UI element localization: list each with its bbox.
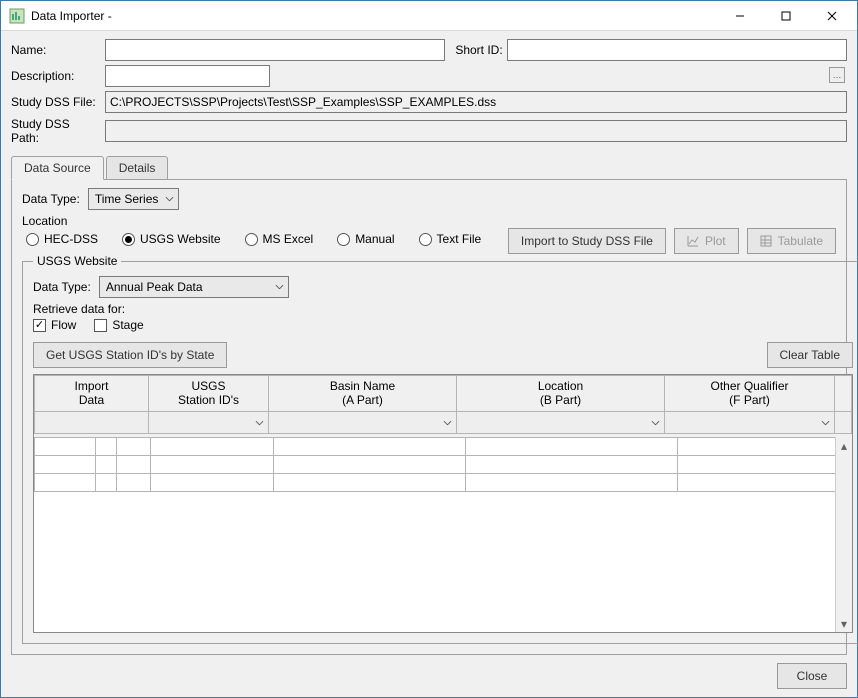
filter-location[interactable] — [457, 412, 665, 434]
col-location-l2: (B Part) — [540, 394, 581, 408]
col-import-data[interactable]: ImportData — [35, 376, 149, 412]
station-table: ImportData USGSStation ID's Basin Name(A… — [33, 374, 853, 633]
col-other-l2: (F Part) — [729, 394, 770, 408]
window-title: Data Importer - — [31, 9, 112, 23]
col-import-data-l1: Import — [74, 380, 108, 394]
scroll-gap — [835, 412, 852, 434]
vertical-scrollbar[interactable]: ▴ ▾ — [835, 437, 852, 632]
chevron-down-icon — [275, 283, 284, 292]
description-label: Description: — [11, 69, 101, 83]
filter-import[interactable] — [35, 412, 149, 434]
tab-panel-data-source: Data Type: Time Series Location HEC-DSS … — [11, 179, 847, 655]
tabulate-button-label: Tabulate — [778, 234, 823, 248]
chevron-down-icon — [443, 418, 452, 427]
data-type-select[interactable]: Time Series — [88, 188, 180, 210]
radio-ms-excel[interactable]: MS Excel — [245, 232, 314, 246]
table-icon — [760, 235, 772, 247]
radio-hec-dss[interactable]: HEC-DSS — [26, 232, 98, 246]
chevron-down-icon — [255, 418, 264, 427]
content-area: Name: Short ID: Description: … Study DSS… — [1, 31, 857, 697]
col-location[interactable]: Location(B Part) — [457, 376, 665, 412]
tabulate-button[interactable]: Tabulate — [747, 228, 836, 254]
table-row[interactable] — [35, 474, 852, 492]
data-type-label: Data Type: — [22, 192, 80, 206]
radio-ms-excel-label: MS Excel — [263, 232, 314, 246]
usgs-data-type-label: Data Type: — [33, 280, 91, 294]
close-window-button[interactable] — [809, 2, 855, 30]
data-type-value: Time Series — [95, 192, 159, 206]
radio-text-file-label: Text File — [437, 232, 482, 246]
col-basin-l2: (A Part) — [342, 394, 383, 408]
col-import-data-l2: Data — [79, 394, 104, 408]
close-button[interactable]: Close — [777, 663, 847, 689]
chevron-down-icon — [165, 195, 174, 204]
radio-text-file[interactable]: Text File — [419, 232, 482, 246]
chevron-down-icon — [821, 418, 830, 427]
col-basin-l1: Basin Name — [330, 380, 395, 394]
radio-hec-dss-label: HEC-DSS — [44, 232, 98, 246]
scroll-down-icon[interactable]: ▾ — [836, 615, 852, 632]
description-field[interactable] — [105, 65, 270, 87]
clear-table-button[interactable]: Clear Table — [767, 342, 853, 368]
name-label: Name: — [11, 43, 101, 57]
study-dss-path-field — [105, 120, 847, 142]
usgs-data-type-value: Annual Peak Data — [106, 280, 203, 294]
short-id-field[interactable] — [507, 39, 847, 61]
description-expand-button[interactable]: … — [829, 67, 845, 83]
plot-button[interactable]: Plot — [674, 228, 739, 254]
title-bar: Data Importer - — [1, 1, 857, 31]
stage-checkbox[interactable]: Stage — [94, 318, 143, 332]
import-to-study-dss-button[interactable]: Import to Study DSS File — [508, 228, 666, 254]
col-location-l1: Location — [538, 380, 583, 394]
chevron-down-icon — [651, 418, 660, 427]
study-dss-file-field — [105, 91, 847, 113]
app-icon — [9, 8, 25, 24]
col-basin-name[interactable]: Basin Name(A Part) — [269, 376, 457, 412]
radio-manual[interactable]: Manual — [337, 232, 394, 246]
flow-checkbox[interactable]: Flow — [33, 318, 76, 332]
study-dss-path-label: Study DSS Path: — [11, 117, 101, 145]
retrieve-label: Retrieve data for: — [33, 302, 853, 316]
scroll-up-icon[interactable]: ▴ — [836, 437, 852, 454]
stage-checkbox-label: Stage — [112, 318, 143, 332]
get-usgs-ids-button[interactable]: Get USGS Station ID's by State — [33, 342, 227, 368]
filter-other[interactable] — [665, 412, 835, 434]
radio-usgs-website[interactable]: USGS Website — [122, 232, 220, 246]
plot-icon — [687, 235, 699, 247]
plot-button-label: Plot — [705, 234, 726, 248]
study-dss-file-label: Study DSS File: — [11, 95, 101, 109]
radio-usgs-label: USGS Website — [140, 232, 220, 246]
col-station-l1: USGS — [191, 380, 225, 394]
table-row[interactable] — [35, 456, 852, 474]
radio-manual-label: Manual — [355, 232, 394, 246]
col-other-qualifier[interactable]: Other Qualifier(F Part) — [665, 376, 835, 412]
scroll-gap — [835, 376, 852, 412]
tab-data-source[interactable]: Data Source — [11, 156, 104, 180]
flow-checkbox-label: Flow — [51, 318, 76, 332]
filter-basin[interactable] — [269, 412, 457, 434]
maximize-button[interactable] — [763, 2, 809, 30]
name-field[interactable] — [105, 39, 445, 61]
location-radio-group: HEC-DSS USGS Website MS Excel Manual Tex… — [26, 232, 481, 246]
col-other-l1: Other Qualifier — [710, 380, 788, 394]
location-label: Location — [22, 214, 836, 228]
usgs-legend: USGS Website — [33, 254, 121, 268]
minimize-button[interactable] — [717, 2, 763, 30]
col-station-l2: Station ID's — [178, 394, 239, 408]
usgs-data-type-select[interactable]: Annual Peak Data — [99, 276, 289, 298]
filter-station[interactable] — [149, 412, 269, 434]
short-id-label: Short ID: — [455, 43, 502, 57]
usgs-group: USGS Website Data Type: Annual Peak Data… — [22, 254, 858, 644]
col-station-ids[interactable]: USGSStation ID's — [149, 376, 269, 412]
tab-details[interactable]: Details — [106, 156, 169, 180]
tab-bar: Data Source Details — [11, 155, 847, 179]
table-row[interactable] — [35, 438, 852, 456]
